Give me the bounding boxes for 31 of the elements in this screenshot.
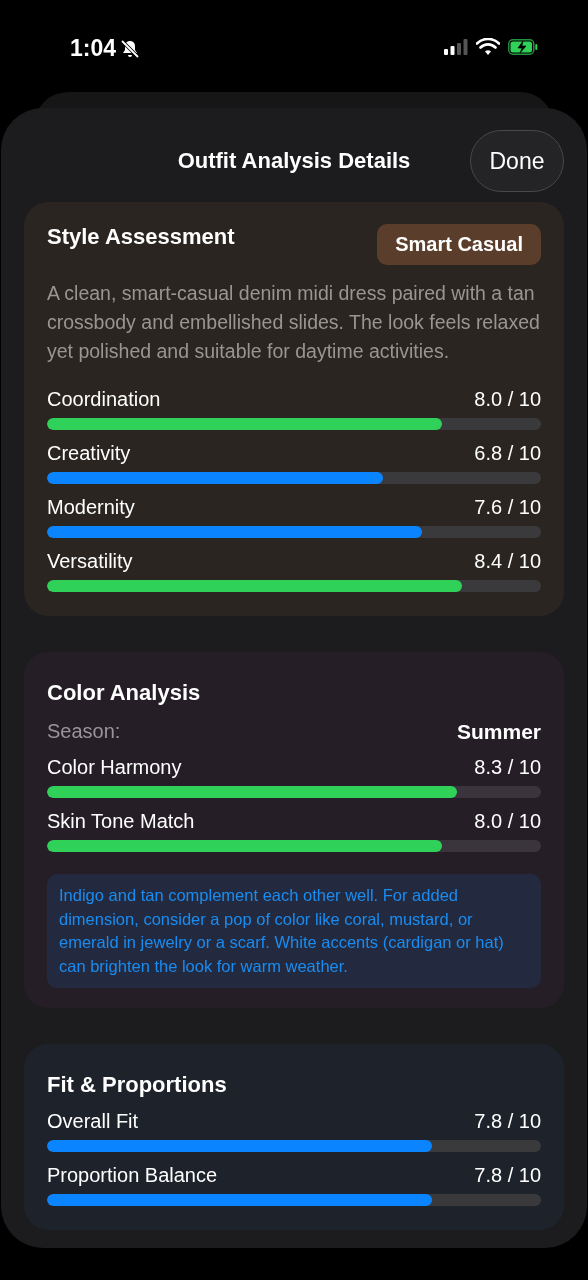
done-button[interactable]: Done (470, 130, 564, 192)
metric-label: Overall Fit (47, 1109, 139, 1134)
battery-charging-icon (508, 39, 538, 55)
metric-score: 8.0 / 10 (474, 387, 541, 412)
sheet-title: Outfit Analysis Details (177, 148, 411, 174)
style-badge: Smart Casual (377, 224, 541, 265)
metric-score: 8.4 / 10 (474, 549, 541, 574)
metric-score: 7.6 / 10 (474, 495, 541, 520)
metric-score: 8.3 / 10 (474, 755, 541, 780)
signal-icon (444, 39, 468, 55)
metric-label: Color Harmony (47, 755, 182, 780)
card-title: Color Analysis (47, 680, 201, 706)
metric-label: Proportion Balance (47, 1163, 218, 1188)
season-label: Season: (47, 720, 121, 744)
season-value: Summer (456, 720, 541, 744)
card-title: Fit & Proportions (47, 1072, 227, 1098)
metric-label: Creativity (47, 441, 131, 466)
description-text: A clean, smart-casual denim midi dress paired with a tan crossbody and embellished slides. The look feels relaxed yet polished and suitable for daytime activities. (47, 281, 541, 364)
status-time: 1:04 (70, 35, 117, 62)
metric-label: Coordination (47, 387, 161, 412)
metric-label: Modernity (47, 495, 135, 520)
wifi-icon (476, 38, 500, 56)
metric-score: 7.8 / 10 (474, 1109, 541, 1134)
metric-label: Versatility (47, 549, 133, 574)
metric-score: 7.8 / 10 (474, 1163, 541, 1188)
metric-score: 8.0 / 10 (474, 809, 541, 834)
color-tip-note: Indigo and tan complement each other well. For added dimension, consider a pop of color like coral, mustard, or emerald in jewelry or a scarf. White accents (cardigan or hat) can brighten the look for warm weather. (47, 874, 541, 988)
card-title: Style Assessment (47, 224, 235, 250)
metric-label: Skin Tone Match (47, 809, 195, 834)
muted-bell-icon (120, 38, 141, 59)
metric-score: 6.8 / 10 (474, 441, 541, 466)
